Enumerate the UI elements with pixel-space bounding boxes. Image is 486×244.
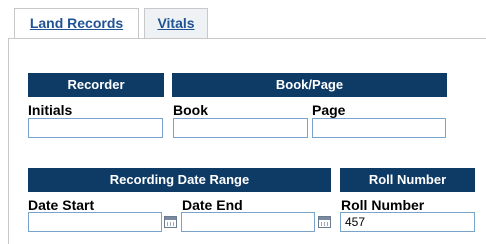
book-page-header: Book/Page: [172, 73, 447, 97]
roll-number-input[interactable]: [340, 212, 475, 232]
calendar-icon[interactable]: [164, 216, 177, 228]
date-end-label: Date End: [182, 197, 243, 213]
tab-vitals-label[interactable]: Vitals: [157, 15, 194, 31]
date-start-input[interactable]: [28, 212, 162, 232]
initials-label: Initials: [28, 102, 73, 118]
initials-input[interactable]: [28, 118, 163, 138]
calendar-icon[interactable]: [318, 216, 331, 228]
roll-number-header: Roll Number: [340, 168, 475, 192]
tab-vitals[interactable]: Vitals: [144, 8, 208, 38]
recording-date-range-header: Recording Date Range: [28, 168, 331, 192]
date-start-label: Date Start: [28, 197, 95, 213]
roll-number-label: Roll Number: [341, 197, 425, 213]
page-label: Page: [312, 102, 346, 118]
tab-land-records-label[interactable]: Land Records: [30, 15, 123, 31]
date-end-input[interactable]: [181, 212, 315, 232]
recorder-header: Recorder: [28, 73, 164, 97]
book-input[interactable]: [173, 118, 308, 138]
page-input[interactable]: [312, 118, 446, 138]
tab-land-records[interactable]: Land Records: [14, 8, 139, 38]
book-label: Book: [173, 102, 208, 118]
